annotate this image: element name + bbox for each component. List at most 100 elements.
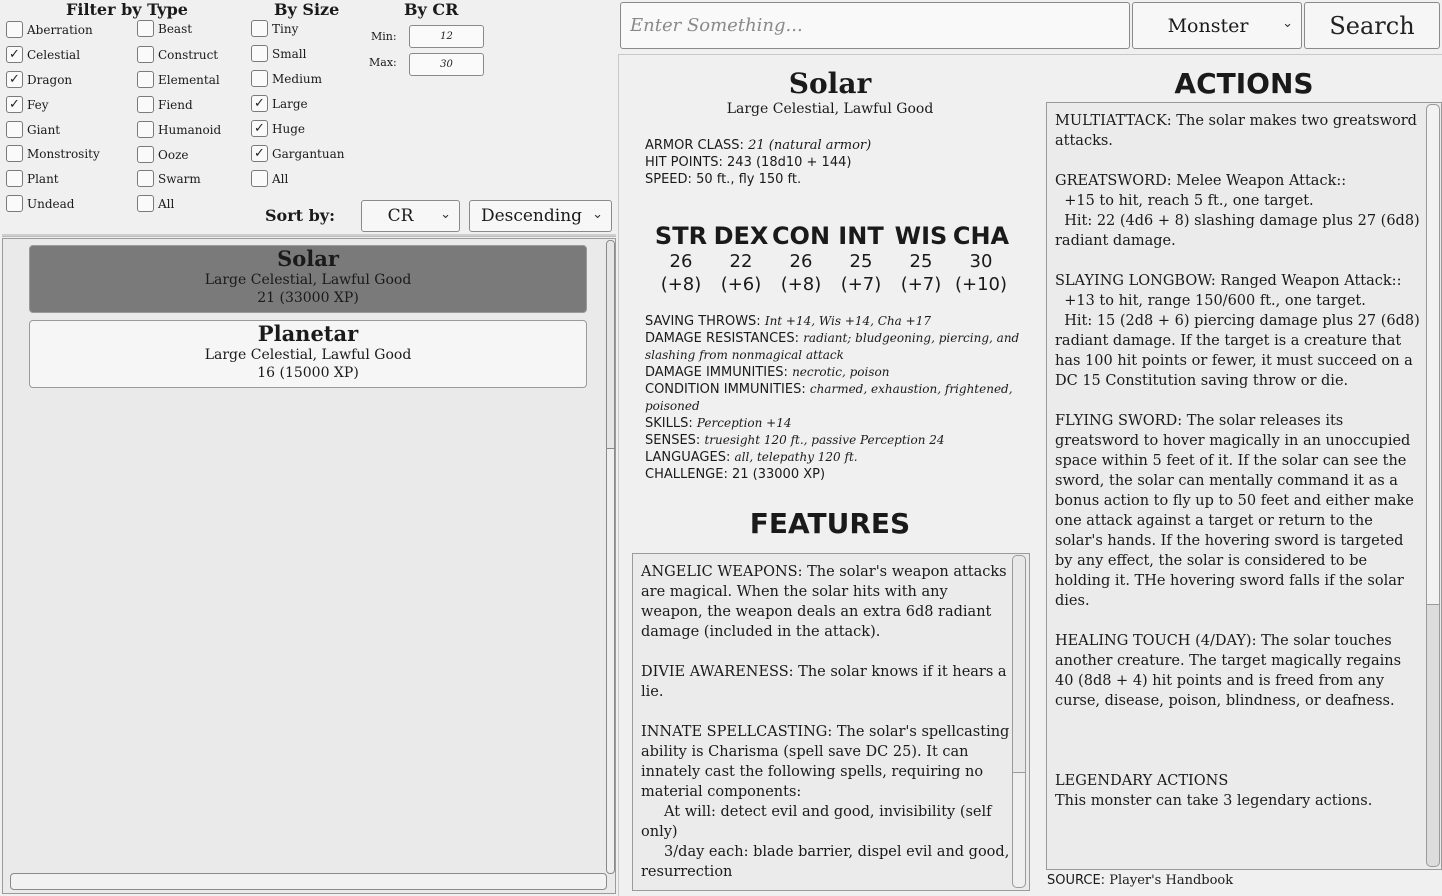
- filter-panel: Filter by Type By Size By CR Aberration …: [0, 0, 616, 236]
- panel-splitter[interactable]: [2, 234, 616, 237]
- actions-title: ACTIONS: [1174, 67, 1314, 100]
- ability-modifier: (+10): [954, 274, 1008, 295]
- features-text: ANGELIC WEAPONS: The solar's weapon atta…: [641, 564, 1010, 880]
- result-cr: 16 (15000 XP): [257, 365, 359, 381]
- scrollbar-thumb[interactable]: [1427, 105, 1439, 605]
- basic-stats: ARMOR CLASS: 21 (natural armor) HIT POIN…: [645, 137, 871, 188]
- ability-wis: WIS 25 (+7): [891, 222, 951, 296]
- type-checkbox-monstrosity[interactable]: Monstrosity: [6, 145, 100, 162]
- type-checkbox-beast[interactable]: Beast: [137, 20, 192, 37]
- type-checkbox-ooze[interactable]: Ooze: [137, 146, 189, 163]
- source-value: Player's Handbook: [1109, 873, 1234, 888]
- checkbox-box[interactable]: [137, 146, 154, 163]
- type-checkbox-plant[interactable]: Plant: [6, 170, 59, 187]
- checkbox-box[interactable]: ✓: [251, 145, 268, 162]
- ability-score: 26: [789, 251, 813, 272]
- checkbox-box[interactable]: [137, 195, 154, 212]
- type-checkbox-fey[interactable]: ✓ Fey: [6, 96, 49, 113]
- checkbox-box[interactable]: ✓: [6, 71, 23, 88]
- results-vertical-scrollbar[interactable]: [606, 240, 615, 874]
- type-checkbox-fiend[interactable]: Fiend: [137, 96, 193, 113]
- result-card[interactable]: Solar Large Celestial, Lawful Good 21 (3…: [29, 245, 587, 313]
- size-checkbox-tiny[interactable]: Tiny: [251, 20, 298, 37]
- checkbox-box[interactable]: ✓: [251, 95, 268, 112]
- type-checkbox-dragon[interactable]: ✓ Dragon: [6, 71, 72, 88]
- property-languages: LANGUAGES: all, telepathy 120 ft.: [645, 449, 1035, 466]
- checkbox-box[interactable]: ✓: [6, 46, 23, 63]
- type-checkbox-all[interactable]: All: [137, 195, 174, 212]
- type-checkbox-construct[interactable]: Construct: [137, 46, 218, 63]
- property-damage-immunities: DAMAGE IMMUNITIES: necrotic, poison: [645, 364, 1035, 381]
- scrollbar-thumb[interactable]: [1013, 556, 1025, 773]
- property-saving-throws: SAVING THROWS: Int +14, Wis +14, Cha +17: [645, 313, 1035, 330]
- checkbox-box[interactable]: ✓: [251, 120, 268, 137]
- cr-min-input[interactable]: [409, 25, 484, 48]
- source-label: SOURCE:: [1047, 873, 1106, 888]
- type-checkbox-undead[interactable]: Undead: [6, 195, 74, 212]
- sort-field-select[interactable]: CR ⌄: [361, 200, 460, 232]
- checkbox-box[interactable]: [137, 121, 154, 138]
- type-checkbox-humanoid[interactable]: Humanoid: [137, 121, 221, 138]
- property-condition-immunities: CONDITION IMMUNITIES: charmed, exhaustio…: [645, 381, 1035, 415]
- ability-name: INT: [838, 222, 884, 250]
- checkbox-box[interactable]: [137, 170, 154, 187]
- type-checkbox-swarm[interactable]: Swarm: [137, 170, 201, 187]
- checkbox-box[interactable]: [6, 195, 23, 212]
- checkbox-box[interactable]: [6, 121, 23, 138]
- sort-order-value: Descending: [480, 206, 583, 226]
- checkbox-box[interactable]: [251, 45, 268, 62]
- search-input[interactable]: [620, 2, 1130, 49]
- ability-cha: CHA 30 (+10): [951, 222, 1011, 296]
- checkbox-box[interactable]: [251, 70, 268, 87]
- ability-modifier: (+6): [720, 274, 762, 295]
- checkbox-box[interactable]: [6, 21, 23, 38]
- size-checkbox-large[interactable]: ✓ Large: [251, 95, 308, 112]
- checkbox-label: Undead: [27, 196, 75, 211]
- search-category-select[interactable]: Monster ⌄: [1132, 2, 1302, 49]
- checkbox-box[interactable]: [251, 170, 268, 187]
- ability-score: 30: [969, 251, 993, 272]
- features-scrollbar[interactable]: [1012, 555, 1026, 888]
- size-checkbox-small[interactable]: Small: [251, 45, 306, 62]
- property-senses: SENSES: truesight 120 ft., passive Perce…: [645, 432, 1035, 449]
- features-textbox[interactable]: ANGELIC WEAPONS: The solar's weapon atta…: [632, 553, 1030, 891]
- checkbox-label: Monstrosity: [27, 146, 100, 161]
- result-name: Solar: [277, 246, 339, 271]
- type-checkbox-celestial[interactable]: ✓ Celestial: [6, 46, 80, 63]
- size-checkbox-medium[interactable]: Medium: [251, 70, 322, 87]
- checkbox-box[interactable]: [6, 170, 23, 187]
- armor-class: ARMOR CLASS: 21 (natural armor): [645, 137, 871, 154]
- checkbox-box[interactable]: [137, 71, 154, 88]
- size-checkbox-huge[interactable]: ✓ Huge: [251, 120, 305, 137]
- result-card[interactable]: Planetar Large Celestial, Lawful Good 16…: [29, 320, 587, 388]
- ability-name: STR: [654, 222, 708, 250]
- property-value: truesight 120 ft., passive Perception 24: [704, 433, 945, 447]
- checkbox-box[interactable]: [137, 46, 154, 63]
- type-checkbox-giant[interactable]: Giant: [6, 121, 60, 138]
- size-checkbox-gargantuan[interactable]: ✓ Gargantuan: [251, 145, 344, 162]
- actions-scrollbar[interactable]: [1426, 104, 1440, 867]
- property-label: LANGUAGES:: [645, 450, 731, 465]
- property-label: SAVING THROWS:: [645, 314, 761, 329]
- actions-textbox[interactable]: MULTIATTACK: The solar makes two greatsw…: [1046, 102, 1442, 870]
- size-checkbox-all[interactable]: All: [251, 170, 288, 187]
- search-button[interactable]: Search: [1304, 2, 1440, 49]
- sort-order-select[interactable]: Descending ⌄: [469, 200, 612, 232]
- monster-properties: SAVING THROWS: Int +14, Wis +14, Cha +17…: [645, 313, 1035, 483]
- speed-value: 50 ft., fly 150 ft.: [696, 172, 802, 187]
- checkbox-box[interactable]: [6, 145, 23, 162]
- type-checkbox-aberration[interactable]: Aberration: [6, 21, 93, 38]
- ability-score: 22: [729, 251, 753, 272]
- cr-max-input[interactable]: [409, 53, 484, 76]
- armor-class-value: 21 (natural armor): [748, 138, 872, 153]
- checkbox-box[interactable]: [251, 20, 268, 37]
- checkbox-box[interactable]: ✓: [6, 96, 23, 113]
- property-label: CONDITION IMMUNITIES:: [645, 382, 806, 397]
- checkbox-box[interactable]: [137, 20, 154, 37]
- checkbox-box[interactable]: [137, 96, 154, 113]
- checkbox-label: Fiend: [158, 97, 193, 112]
- scrollbar-thumb[interactable]: [607, 241, 614, 449]
- type-checkbox-elemental[interactable]: Elemental: [137, 71, 220, 88]
- results-horizontal-scrollbar[interactable]: [10, 873, 607, 890]
- result-type: Large Celestial, Lawful Good: [204, 272, 412, 288]
